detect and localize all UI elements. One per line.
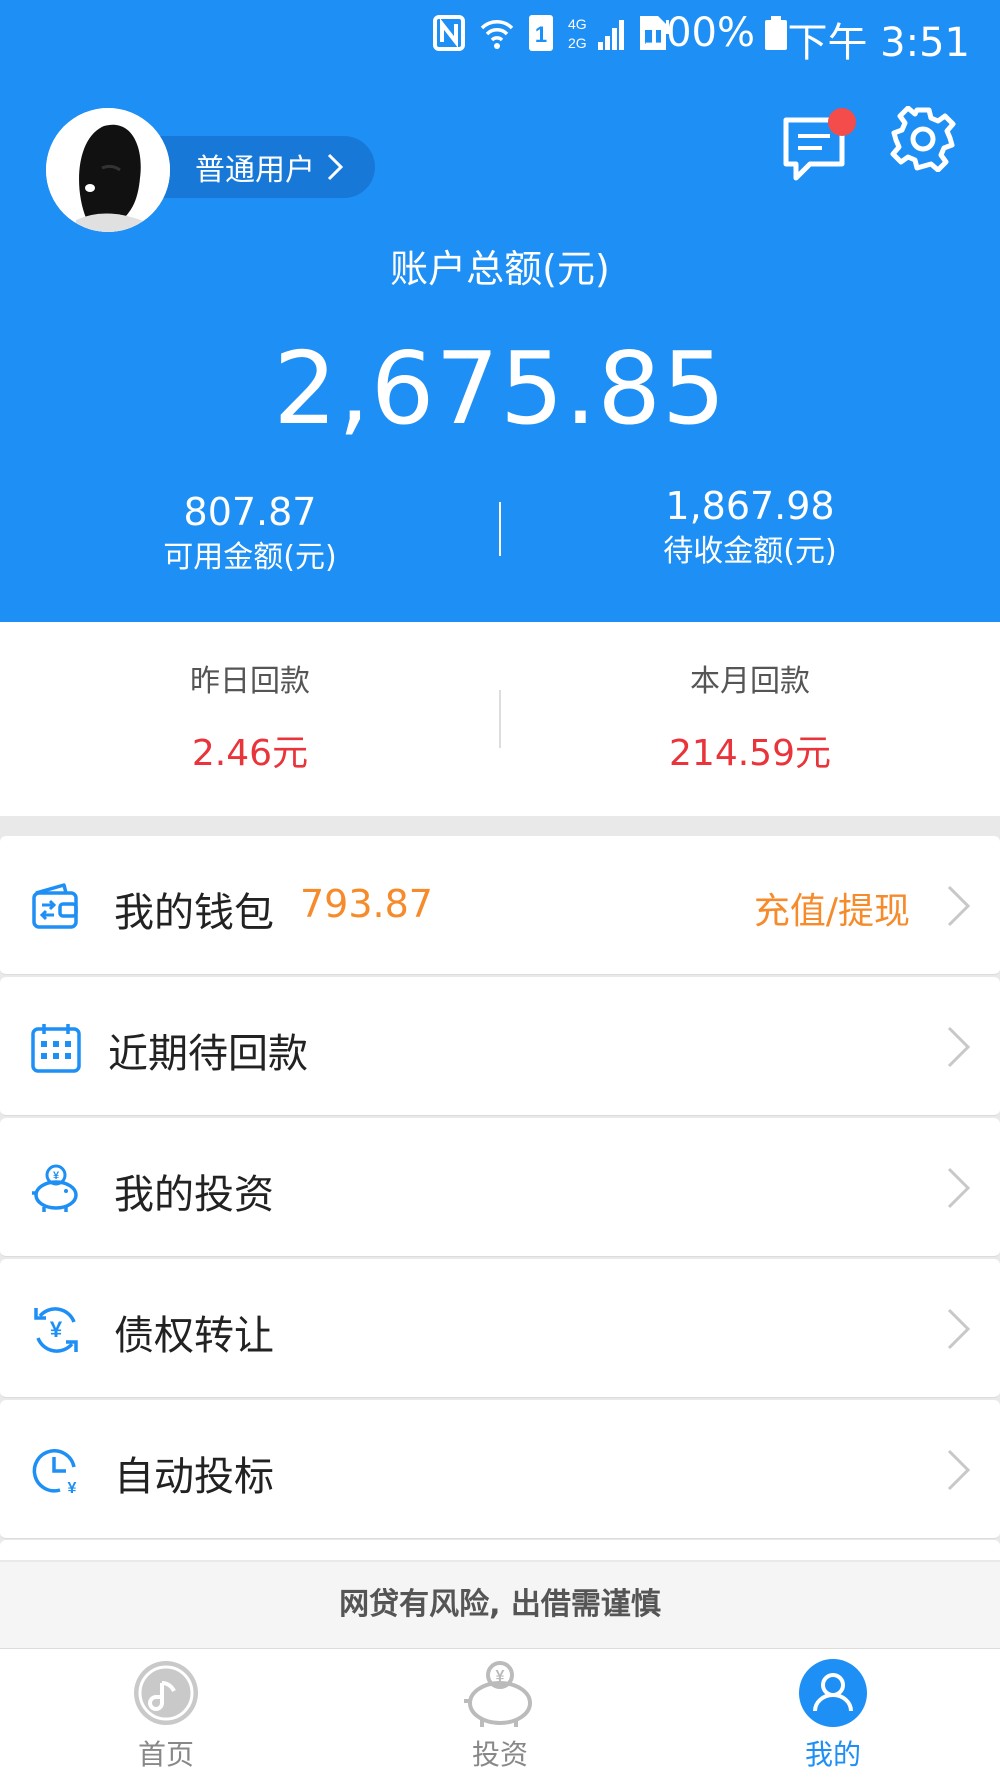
pending-value: 1,867.98 bbox=[665, 484, 835, 528]
piggy-bank-icon: ¥ bbox=[32, 1164, 78, 1212]
chevron-right-icon bbox=[947, 1167, 971, 1209]
menu-item-my-investments[interactable]: ¥ 我的投资 bbox=[0, 1118, 1000, 1257]
chevron-right-icon bbox=[947, 1449, 971, 1491]
clock: 下午 3:51 bbox=[787, 20, 970, 66]
user-level-button[interactable]: 普通用户 bbox=[150, 136, 375, 198]
menu-item-label: 近期待回款 bbox=[108, 1031, 308, 1077]
chevron-right-icon bbox=[327, 153, 343, 181]
menu-item-auto-bid[interactable]: ¥ 自动投标 bbox=[0, 1400, 1000, 1539]
month-returns: 本月回款 214.59元 bbox=[500, 662, 1000, 776]
battery-icon bbox=[765, 16, 787, 50]
tab-mine[interactable]: 我的 bbox=[733, 1657, 933, 1773]
chevron-right-icon bbox=[947, 1308, 971, 1350]
divider bbox=[499, 690, 501, 748]
available-balance: 807.87 可用金额(元) bbox=[0, 488, 500, 580]
home-icon bbox=[134, 1661, 198, 1725]
wallet-icon bbox=[32, 883, 78, 929]
avatar-image bbox=[46, 108, 170, 232]
svg-text:¥: ¥ bbox=[496, 1668, 505, 1685]
svg-text:¥: ¥ bbox=[50, 1317, 63, 1342]
total-label: 账户总额(元) bbox=[390, 247, 610, 291]
status-icons: 1 4G 2G bbox=[432, 14, 670, 52]
risk-notice: 网贷有风险, 出借需谨慎 bbox=[0, 1562, 1000, 1648]
tab-invest[interactable]: ¥ 投资 bbox=[400, 1657, 600, 1773]
unread-badge bbox=[828, 108, 856, 136]
available-value: 807.87 bbox=[183, 490, 317, 534]
yesterday-value: 2.46元 bbox=[191, 733, 309, 774]
tab-label: 投资 bbox=[471, 1738, 528, 1771]
calendar-icon bbox=[31, 1024, 81, 1073]
month-value: 214.59元 bbox=[669, 733, 831, 774]
signal-icon: 4G2G bbox=[568, 16, 624, 51]
svg-text:4G: 4G bbox=[568, 16, 587, 32]
gear-icon[interactable] bbox=[890, 106, 956, 172]
pending-label: 待收金额(元) bbox=[663, 534, 837, 569]
menu-item-upcoming-returns[interactable]: 近期待回款 bbox=[0, 977, 1000, 1116]
menu-item-label: 我的钱包 bbox=[114, 890, 274, 936]
menu-item-debt-transfer[interactable]: ¥ 债权转让 bbox=[0, 1259, 1000, 1398]
invest-icon: ¥ bbox=[464, 1661, 532, 1727]
clock-yuan-icon: ¥ bbox=[32, 1449, 77, 1497]
avatar[interactable] bbox=[46, 108, 170, 232]
chevron-right-icon bbox=[947, 1026, 971, 1068]
available-label: 可用金额(元) bbox=[163, 540, 337, 575]
menu-item-wallet[interactable]: 我的钱包 793.87 充值/提现 bbox=[0, 836, 1000, 975]
status-bar: 1 4G 2G 100% 下午 3:51 bbox=[0, 0, 1000, 70]
total-value: 2,675.85 bbox=[273, 330, 727, 447]
tab-label: 首页 bbox=[137, 1738, 194, 1771]
yuan-transfer-icon: ¥ bbox=[34, 1307, 78, 1353]
tab-home[interactable]: 首页 bbox=[66, 1657, 266, 1773]
battery-percent: 100% bbox=[640, 10, 755, 56]
svg-text:1: 1 bbox=[535, 22, 547, 47]
yesterday-returns: 昨日回款 2.46元 bbox=[0, 662, 500, 776]
yesterday-label: 昨日回款 bbox=[190, 664, 310, 699]
recharge-withdraw-link[interactable]: 充值/提现 bbox=[754, 882, 910, 934]
menu-item-label: 自动投标 bbox=[114, 1454, 274, 1500]
profile-icon bbox=[799, 1659, 867, 1727]
list-item bbox=[0, 1540, 1000, 1560]
month-label: 本月回款 bbox=[690, 664, 810, 699]
pending-balance: 1,867.98 待收金额(元) bbox=[500, 482, 1000, 574]
svg-text:2G: 2G bbox=[568, 35, 587, 51]
chevron-right-icon bbox=[947, 885, 971, 927]
bottom-nav: 首页 ¥ 投资 我的 bbox=[0, 1648, 1000, 1778]
wallet-balance: 793.87 bbox=[300, 882, 433, 926]
svg-text:¥: ¥ bbox=[68, 1480, 77, 1497]
svg-text:¥: ¥ bbox=[53, 1170, 60, 1182]
menu-item-label: 我的投资 bbox=[114, 1172, 274, 1218]
wifi-icon bbox=[480, 20, 514, 49]
menu-item-label: 债权转让 bbox=[114, 1313, 274, 1359]
menu-list: 我的钱包 793.87 充值/提现 近期待回款 ¥ 我的投资 ¥ 债权转让 ¥ … bbox=[0, 836, 1000, 1541]
nfc-icon bbox=[433, 15, 465, 51]
account-header: 1 4G2G 100% 下午 3:51 普通用户 账户总额(元) 2,675. bbox=[0, 0, 1000, 622]
sim1-icon: 1 bbox=[529, 15, 553, 51]
tab-label: 我的 bbox=[804, 1738, 861, 1771]
user-level-label: 普通用户 bbox=[195, 153, 315, 188]
